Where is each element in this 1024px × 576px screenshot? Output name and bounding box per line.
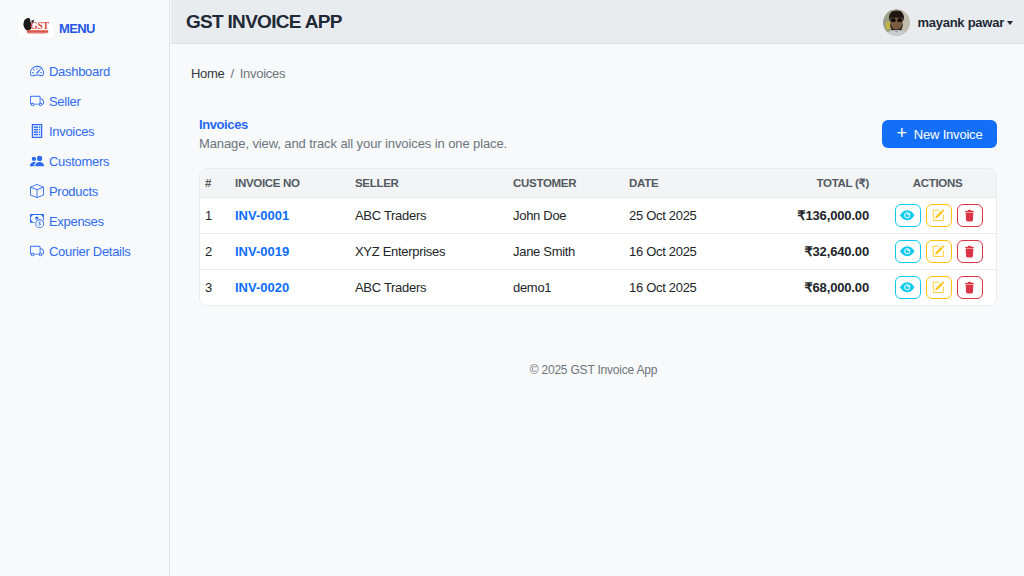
svg-text:GST: GST [30,21,50,31]
